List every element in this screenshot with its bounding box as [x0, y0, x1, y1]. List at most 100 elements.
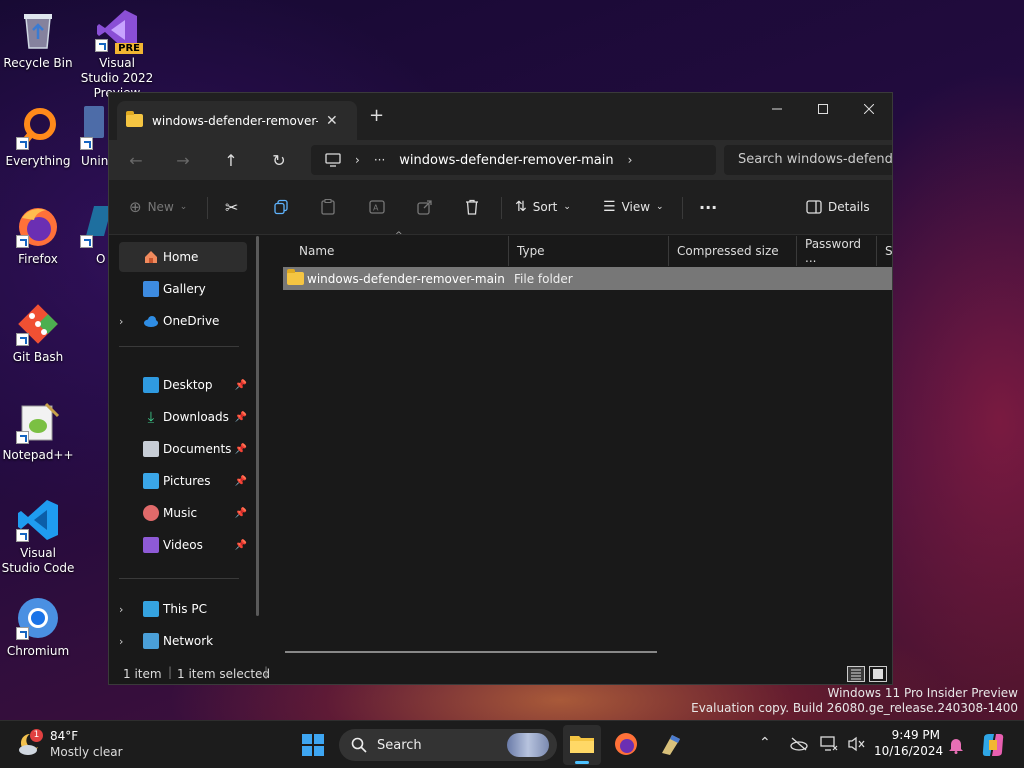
- desktop-icon-uninstall[interactable]: Unins: [72, 106, 108, 169]
- svg-text:A: A: [373, 204, 379, 213]
- nav-item-this-pc[interactable]: › This PC: [119, 594, 247, 624]
- copilot-button[interactable]: [980, 732, 1006, 761]
- video-icon: [143, 537, 159, 553]
- everything-search-icon: [16, 106, 60, 150]
- more-paths-icon[interactable]: ···: [374, 153, 385, 167]
- horizontal-scrollbar[interactable]: [285, 651, 657, 653]
- shortcut-arrow-icon: [80, 235, 93, 248]
- chevron-right-icon[interactable]: ›: [628, 153, 633, 167]
- column-header-size[interactable]: Si: [877, 236, 892, 266]
- pin-icon[interactable]: 📌: [235, 476, 247, 487]
- paste-button[interactable]: [321, 194, 335, 220]
- chevron-right-icon[interactable]: ›: [119, 315, 123, 328]
- command-bar: ⊕ New ⌄ ✂ A ⇅ Sort ⌄ ☰ View ⌄ ··· Detail…: [109, 180, 892, 235]
- shortcut-arrow-icon: [16, 627, 29, 640]
- desktop-icon-label: Unins: [81, 154, 108, 168]
- volume-tray-icon[interactable]: [847, 736, 865, 755]
- nav-item-downloads[interactable]: ⤓ Downloads 📌: [119, 402, 247, 432]
- pin-icon[interactable]: 📌: [235, 444, 247, 455]
- delete-button[interactable]: [465, 194, 479, 220]
- maximize-button[interactable]: [800, 93, 846, 125]
- nav-item-videos[interactable]: Videos 📌: [119, 530, 247, 560]
- forward-button[interactable]: →: [171, 148, 195, 172]
- close-tab-icon[interactable]: ✕: [326, 113, 338, 129]
- desktop-icon-chromium[interactable]: Chromium: [0, 596, 76, 659]
- desktop-icon-label: Visual Studio Code: [1, 546, 75, 575]
- onedrive-tray-icon[interactable]: [789, 737, 809, 754]
- git-bash-icon: [16, 302, 60, 346]
- desktop-icon-virtualbox[interactable]: O Virt: [72, 204, 108, 267]
- pin-icon[interactable]: 📌: [235, 540, 247, 551]
- close-window-button[interactable]: [846, 93, 892, 125]
- navigation-pane: Home Gallery › OneDrive Desktop 📌 ⤓ Down…: [109, 236, 267, 668]
- desktop-icon-recycle-bin[interactable]: Recycle Bin: [0, 8, 76, 71]
- desktop-icon-visual-studio-2022-preview[interactable]: PRE Visual Studio 2022 Preview: [79, 8, 155, 101]
- sort-button[interactable]: ⇅ Sort ⌄: [515, 194, 571, 220]
- document-icon: [143, 441, 159, 457]
- cut-button[interactable]: ✂: [225, 194, 238, 220]
- rename-button[interactable]: A: [369, 194, 385, 220]
- nav-pane-scrollbar[interactable]: [256, 236, 259, 616]
- search-input[interactable]: Search windows-defender-remover-main: [724, 145, 892, 175]
- column-header-password[interactable]: Password ...: [797, 236, 877, 266]
- back-button[interactable]: ←: [124, 148, 148, 172]
- details-pane-button[interactable]: Details: [806, 194, 870, 220]
- refresh-button[interactable]: ↻: [267, 148, 291, 172]
- nav-item-onedrive[interactable]: › OneDrive: [119, 306, 247, 336]
- cloud-icon: [143, 313, 159, 329]
- nav-item-gallery[interactable]: Gallery: [119, 274, 247, 304]
- view-button[interactable]: ☰ View ⌄: [603, 194, 664, 220]
- copy-button[interactable]: [273, 194, 289, 220]
- taskbar-app[interactable]: [658, 731, 684, 760]
- table-row[interactable]: windows-defender-remover-main File folde…: [283, 267, 892, 290]
- title-bar[interactable]: windows-defender-remover-main ✕ +: [109, 93, 892, 140]
- desktop-icon-git-bash[interactable]: Git Bash: [0, 302, 76, 365]
- share-icon: [417, 200, 432, 215]
- preview-badge: PRE: [115, 43, 143, 54]
- divider: [119, 346, 239, 347]
- tiles-view-button[interactable]: [869, 666, 887, 682]
- desktop-icon-notepad-plus-plus[interactable]: Notepad++: [0, 400, 76, 463]
- details-label: Details: [828, 200, 870, 214]
- new-button[interactable]: ⊕ New ⌄: [129, 194, 187, 220]
- desktop-icon-visual-studio-code[interactable]: Visual Studio Code: [0, 498, 76, 576]
- nav-item-music[interactable]: Music 📌: [119, 498, 247, 528]
- show-hidden-icons-button[interactable]: ⌃: [759, 735, 771, 751]
- taskbar-search[interactable]: Search: [339, 729, 557, 761]
- share-button[interactable]: [417, 194, 433, 220]
- nav-item-home[interactable]: Home: [119, 242, 247, 272]
- shortcut-arrow-icon: [16, 431, 29, 444]
- file-explorer-window[interactable]: windows-defender-remover-main ✕ + ← → ↑ …: [108, 92, 893, 685]
- pin-icon[interactable]: 📌: [235, 380, 247, 391]
- minimize-button[interactable]: [754, 93, 800, 125]
- desktop-icon-everything[interactable]: Everything: [0, 106, 76, 169]
- desktop-icon-firefox[interactable]: Firefox: [0, 204, 76, 267]
- notifications-button[interactable]: [948, 736, 964, 757]
- taskbar-firefox[interactable]: [613, 731, 639, 760]
- chevron-right-icon[interactable]: ›: [119, 635, 123, 648]
- pin-icon[interactable]: 📌: [235, 508, 247, 519]
- up-button[interactable]: ↑: [219, 148, 243, 172]
- column-header-name[interactable]: Name: [291, 236, 509, 266]
- column-header-compressed-size[interactable]: Compressed size: [669, 236, 797, 266]
- start-button[interactable]: [301, 733, 325, 760]
- nav-item-network[interactable]: › Network: [119, 626, 247, 656]
- clock[interactable]: 9:49 PM 10/16/2024: [874, 727, 943, 759]
- nav-item-pictures[interactable]: Pictures 📌: [119, 466, 247, 496]
- address-bar[interactable]: › ··· windows-defender-remover-main ›: [311, 145, 716, 175]
- chevron-right-icon[interactable]: ›: [119, 603, 123, 616]
- pin-icon[interactable]: 📌: [235, 412, 247, 423]
- nav-item-documents[interactable]: Documents 📌: [119, 434, 247, 464]
- file-list: ^ Name Type Compressed size Password ...…: [267, 231, 892, 668]
- address-path[interactable]: windows-defender-remover-main: [399, 153, 613, 168]
- taskbar-file-explorer[interactable]: [563, 725, 601, 765]
- network-tray-icon[interactable]: [820, 736, 838, 755]
- nav-item-desktop[interactable]: Desktop 📌: [119, 370, 247, 400]
- tiles-view-icon: [873, 669, 883, 679]
- more-options-button[interactable]: ···: [699, 194, 717, 220]
- new-tab-button[interactable]: +: [369, 105, 384, 126]
- details-view-button[interactable]: [847, 666, 865, 682]
- weather-widget[interactable]: 1 84°F Mostly clear: [16, 727, 146, 763]
- tab-windows-defender-remover-main[interactable]: windows-defender-remover-main ✕: [117, 101, 357, 140]
- column-header-type[interactable]: Type: [509, 236, 669, 266]
